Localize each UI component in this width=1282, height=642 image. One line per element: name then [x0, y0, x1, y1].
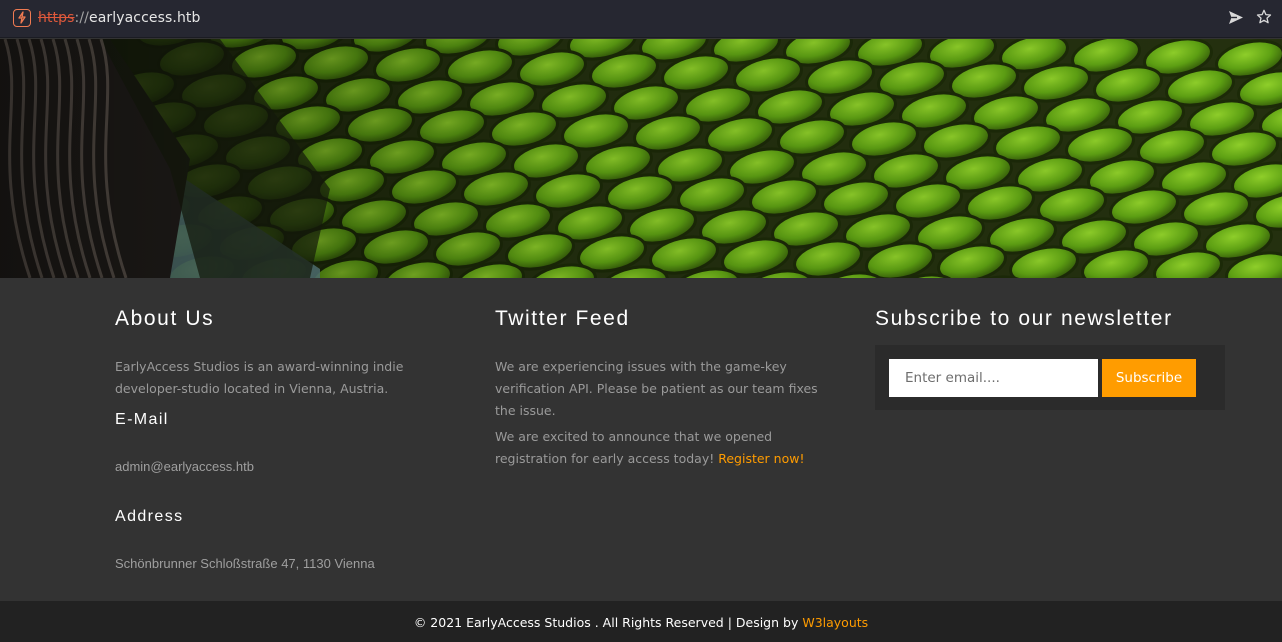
- newsletter-title: Subscribe to our newsletter: [875, 307, 1173, 330]
- twitter-title: Twitter Feed: [495, 307, 630, 330]
- tweet-item: We are excited to announce that we opene…: [495, 426, 840, 470]
- footer-content: About Us EarlyAccess Studios is an award…: [0, 278, 1282, 601]
- site-icon[interactable]: [13, 9, 31, 27]
- address-field[interactable]: https://earlyaccess.htb: [38, 10, 201, 26]
- about-title: About Us: [115, 307, 215, 330]
- copyright-text: © 2021 EarlyAccess Studios . All Rights …: [413, 615, 799, 630]
- newsletter-email-input[interactable]: [889, 359, 1098, 397]
- browser-url-bar: https://earlyaccess.htb: [0, 0, 1282, 38]
- address-heading: Address: [115, 508, 184, 525]
- copyright-bar: © 2021 EarlyAccess Studios . All Rights …: [0, 601, 1282, 642]
- bookmark-star-icon[interactable]: [1256, 9, 1272, 30]
- email-heading: E-Mail: [115, 411, 169, 428]
- url-separator: ://: [74, 10, 89, 26]
- url-host: earlyaccess.htb: [89, 10, 201, 26]
- url-protocol: https: [38, 10, 75, 26]
- subscribe-button[interactable]: Subscribe: [1102, 359, 1196, 397]
- contact-email: admin@earlyaccess.htb: [115, 459, 254, 474]
- contact-address: Schönbrunner Schloßstraße 47, 1130 Vienn…: [115, 556, 375, 571]
- register-link[interactable]: Register now!: [718, 451, 804, 466]
- send-icon[interactable]: [1228, 10, 1244, 30]
- hero-banner-image: [0, 39, 1282, 278]
- tweet-item: We are experiencing issues with the game…: [495, 359, 818, 418]
- newsletter-form: Subscribe: [875, 345, 1225, 410]
- about-text: EarlyAccess Studios is an award-winning …: [115, 359, 404, 396]
- designer-link[interactable]: W3layouts: [802, 615, 868, 630]
